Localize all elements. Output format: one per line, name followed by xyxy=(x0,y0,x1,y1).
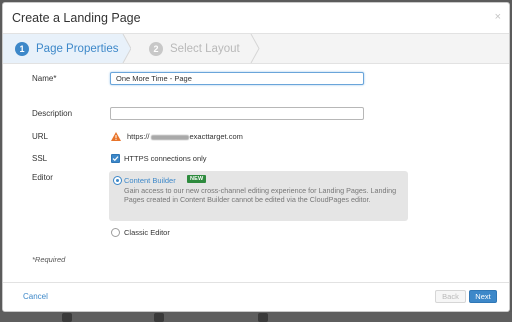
back-button[interactable]: Back xyxy=(435,290,466,303)
description-label: Description xyxy=(32,109,73,118)
step-label: Select Layout xyxy=(170,42,240,55)
description-input[interactable] xyxy=(110,107,364,120)
url-value: https:// exacttarget.com xyxy=(127,132,243,141)
backdrop-icon xyxy=(258,313,268,322)
next-button[interactable]: Next xyxy=(469,290,497,303)
classic-editor-radio[interactable] xyxy=(111,228,120,237)
url-prefix: https:// xyxy=(127,132,150,141)
content-builder-title: Content Builder xyxy=(124,176,176,185)
required-note: *Required xyxy=(32,255,66,264)
content-builder-radio[interactable] xyxy=(113,176,122,185)
ssl-checkbox-label[interactable]: HTTPS connections only xyxy=(124,154,207,163)
step-number-badge: 1 xyxy=(15,41,29,56)
new-badge: NEW xyxy=(187,175,207,183)
step-label: Page Properties xyxy=(36,42,119,55)
content-builder-option[interactable]: Content Builder NEW Gain access to our n… xyxy=(109,171,408,221)
close-icon[interactable]: × xyxy=(495,11,501,23)
backdrop-icon xyxy=(62,313,72,322)
modal-backdrop xyxy=(0,312,512,322)
step-number-badge: 2 xyxy=(149,41,163,56)
create-landing-page-dialog: Create a Landing Page × 1 Page Propertie… xyxy=(2,2,510,312)
dialog-header: Create a Landing Page × xyxy=(3,3,509,34)
url-label: URL xyxy=(32,132,49,141)
ssl-label: SSL xyxy=(32,154,48,163)
dialog-title: Create a Landing Page xyxy=(12,11,141,25)
name-input[interactable] xyxy=(110,72,364,85)
cancel-button[interactable]: Cancel xyxy=(23,292,48,301)
wizard-stepper: 1 Page Properties 2 Select Layout xyxy=(3,34,509,64)
editor-label: Editor xyxy=(32,173,53,182)
classic-editor-label[interactable]: Classic Editor xyxy=(124,228,170,237)
content-builder-description: Gain access to our new cross-channel edi… xyxy=(124,186,397,205)
step-select-layout[interactable]: 2 Select Layout xyxy=(137,34,257,63)
step-page-properties[interactable]: 1 Page Properties xyxy=(3,34,131,63)
name-label: Name* xyxy=(32,74,57,83)
warning-icon xyxy=(111,132,121,141)
backdrop-icon xyxy=(154,313,164,322)
checkmark-icon xyxy=(112,156,119,162)
url-suffix: exacttarget.com xyxy=(189,132,243,141)
url-redacted-host xyxy=(150,134,189,140)
ssl-checkbox[interactable] xyxy=(111,154,120,163)
dialog-footer: Cancel Back Next xyxy=(3,282,509,311)
